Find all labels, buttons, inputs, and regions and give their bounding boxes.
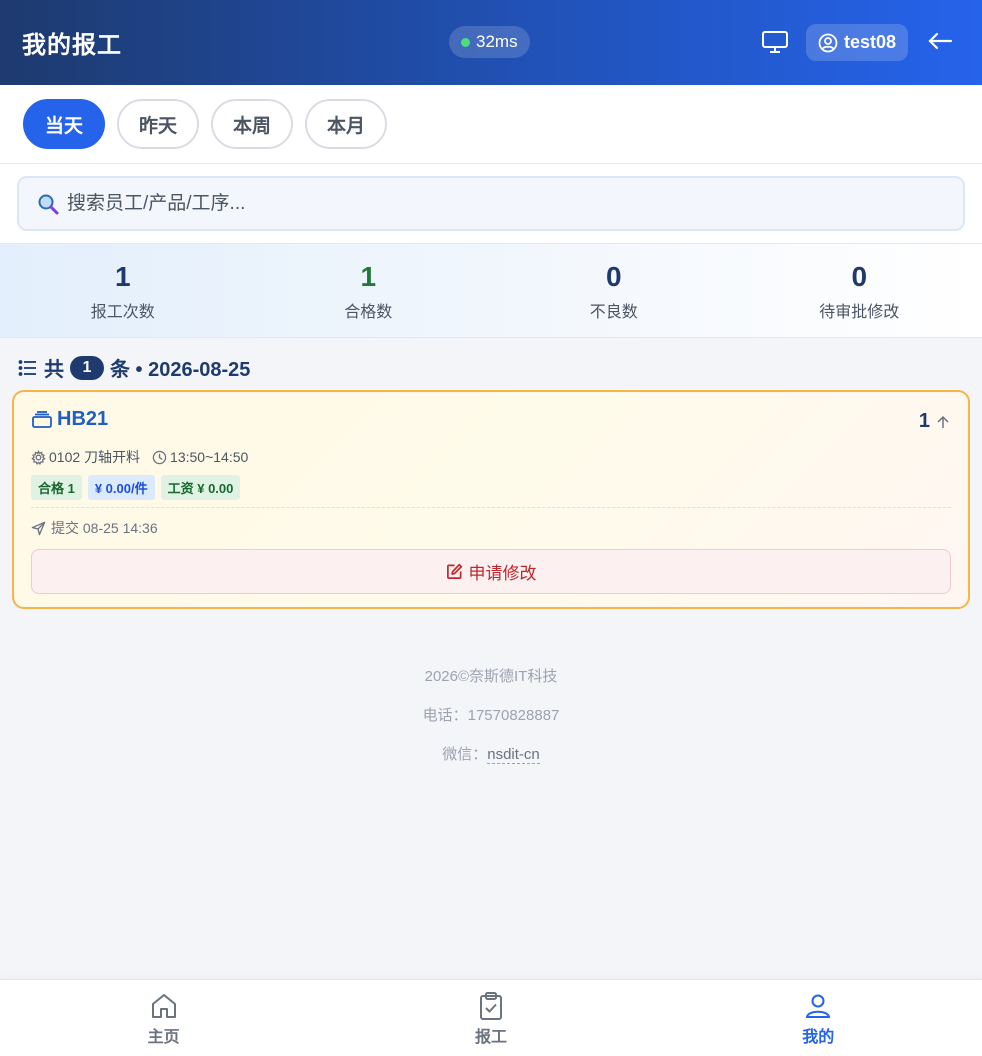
layers-icon <box>32 410 52 428</box>
stat-value: 0 <box>851 261 868 292</box>
user-icon <box>806 994 831 1018</box>
record-meta: 0102 刀轴开料 13:50~14:50 <box>31 447 248 467</box>
nav-item-mine[interactable]: 我的 <box>655 980 982 1056</box>
search-section <box>0 164 982 243</box>
list-header: 共 1 条 • 2026-08-25 <box>18 353 250 382</box>
stat-label: 不良数 <box>589 304 638 321</box>
nav-item-home[interactable]: 主页 <box>0 980 327 1056</box>
wage-tag: 工资 ¥ 0.00 <box>160 475 241 500</box>
stat-pending-modification: 0 待审批修改 <box>737 244 982 337</box>
username: test08 <box>844 32 897 52</box>
tab-this-month[interactable]: 本月 <box>305 99 388 149</box>
stat-qualified: 1 合格数 <box>246 244 492 337</box>
quantity-value: 1 <box>918 410 930 432</box>
send-icon <box>31 521 46 535</box>
time-range-text: 13:50~14:50 <box>170 449 249 465</box>
record-tags: 合格 1 ¥ 0.00/件 工资 ¥ 0.00 <box>31 475 241 500</box>
nav-item-report[interactable]: 报工 <box>327 980 654 1056</box>
gear-icon <box>31 449 46 465</box>
list-suffix: 条 • 2026-08-25 <box>110 359 251 381</box>
qualified-tag: 合格 1 <box>31 475 82 500</box>
submit-info: 提交 08-25 14:36 <box>31 518 158 538</box>
phone-text: 电话：17570828887 <box>422 707 560 724</box>
search-input[interactable] <box>67 192 947 215</box>
wechat-info: 微信：nsdit-cn <box>0 743 982 782</box>
status-dot-icon <box>461 37 470 47</box>
stat-label: 待审批修改 <box>819 304 900 321</box>
home-icon <box>151 994 176 1018</box>
request-modification-label: 申请修改 <box>468 564 537 583</box>
process-text: 0102 刀轴开料 <box>49 449 141 465</box>
stat-label: 报工次数 <box>90 304 155 321</box>
nav-label: 我的 <box>802 1029 835 1046</box>
tab-today[interactable]: 当天 <box>23 99 106 149</box>
back-arrow-icon[interactable] <box>926 28 954 56</box>
stat-defective: 0 不良数 <box>491 244 737 337</box>
product-code: HB21 <box>31 408 108 431</box>
bottom-navigation: 主页 报工 我的 <box>0 979 982 1056</box>
arrow-up-icon <box>937 415 949 428</box>
unit-price-tag: ¥ 0.00/件 <box>87 475 155 500</box>
wechat-id[interactable]: nsdit-cn <box>487 746 540 764</box>
nav-label: 报工 <box>474 1029 507 1046</box>
submit-time-text: 提交 08-25 14:36 <box>51 520 158 536</box>
tab-this-week[interactable]: 本周 <box>211 99 294 149</box>
card-divider <box>31 507 951 508</box>
stat-value: 0 <box>605 261 622 292</box>
list-prefix: 共 <box>44 359 64 381</box>
report-record-card[interactable]: HB21 1 0102 刀轴开料 13:50~14:50 合格 1 ¥ 0.00… <box>12 390 970 609</box>
latency-indicator: 32ms <box>449 26 530 58</box>
date-filter-tabs: 当天 昨天 本周 本月 <box>0 85 982 164</box>
stat-value: 1 <box>114 261 131 292</box>
wechat-label: 微信： <box>442 746 488 763</box>
quantity-display: 1 <box>919 410 950 433</box>
latency-value: 32ms <box>476 32 518 51</box>
stat-report-count: 1 报工次数 <box>0 244 246 337</box>
stat-label: 合格数 <box>344 304 393 321</box>
user-button[interactable]: test08 <box>806 24 909 61</box>
page-footer: 2026©奈斯德IT科技 电话：17570828887 微信：nsdit-cn <box>0 665 982 782</box>
stats-summary: 1 报工次数 1 合格数 0 不良数 0 待审批修改 <box>0 243 982 338</box>
tab-yesterday[interactable]: 昨天 <box>117 99 200 149</box>
edit-icon <box>446 563 462 579</box>
monitor-icon[interactable] <box>760 28 790 56</box>
record-count-badge: 1 <box>70 355 104 380</box>
list-icon <box>18 359 36 376</box>
clock-icon <box>152 450 167 464</box>
stat-value: 1 <box>360 261 377 292</box>
nav-label: 主页 <box>147 1029 180 1046</box>
time-info: 13:50~14:50 <box>152 449 248 465</box>
page-title: 我的报工 <box>22 32 122 59</box>
process-info: 0102 刀轴开料 <box>31 447 140 467</box>
copyright-text: 2026©奈斯德IT科技 <box>424 668 558 685</box>
request-modification-button[interactable]: 申请修改 <box>31 549 951 594</box>
search-box <box>17 176 965 231</box>
clipboard-check-icon <box>479 992 502 1020</box>
search-icon <box>38 194 59 214</box>
product-code-text: HB21 <box>57 408 109 430</box>
user-circle-icon <box>818 33 838 52</box>
